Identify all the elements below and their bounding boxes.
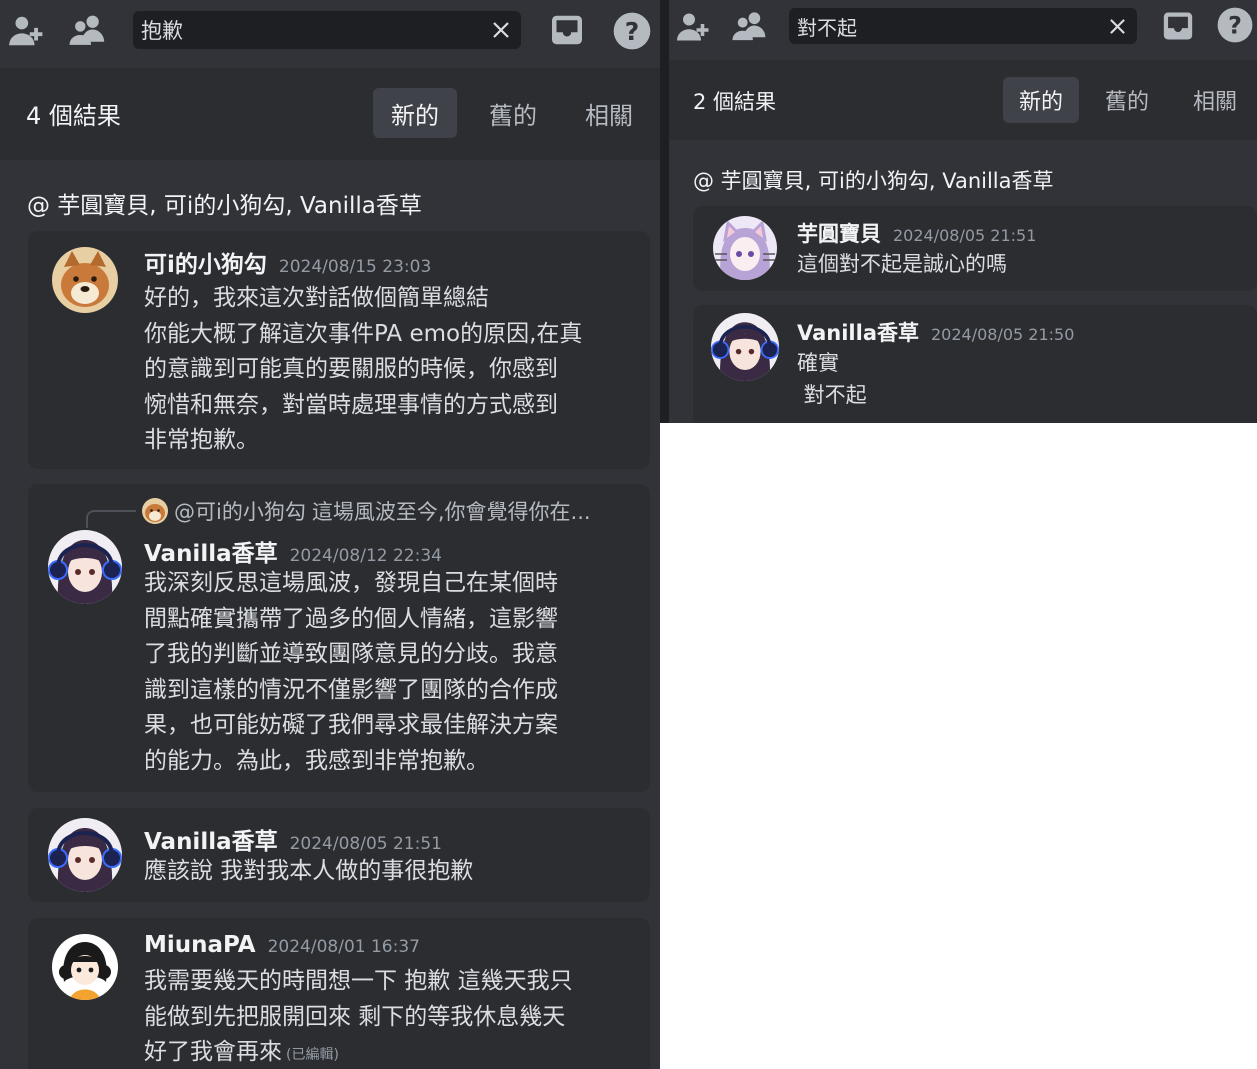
tab-oldest[interactable]: 舊的 — [472, 88, 554, 138]
channel-name: @ 芋圓寶貝, 可i的小狗勾, Vanilla香草 — [693, 169, 1054, 193]
message-line: 能做到先把服開回來 剩下的等我休息幾天 — [144, 1003, 566, 1030]
message-line: 非常抱歉。 — [144, 427, 259, 453]
message-line: 好了我會再來 (已編輯) — [144, 1035, 573, 1069]
message-content: 應該說 我對我本人做的事很抱歉 — [144, 854, 473, 890]
message-content: 我深刻反思這場風波，發現自己在某個時 間點確實攜帶了過多的個人情緒，這影響 了我… — [144, 566, 558, 779]
tab-newest[interactable]: 新的 — [373, 88, 457, 138]
search-result-card[interactable]: 芋圓寶貝 2024/08/05 21:51 這個對不起是誠心的嗎 — [693, 206, 1257, 291]
tab-oldest[interactable]: 舊的 — [1089, 77, 1165, 123]
search-result-card[interactable]: MiunaPA 2024/08/01 16:37 我需要幾天的時間想一下 抱歉 … — [28, 918, 650, 1069]
result-count: 2 個結果 — [693, 90, 777, 114]
message-author[interactable]: 可i的小狗勾 — [144, 245, 267, 279]
avatar[interactable] — [48, 530, 122, 604]
message-content: 這個對不起是誠心的嗎 — [797, 248, 1007, 280]
message-author[interactable]: Vanilla香草 — [144, 822, 278, 856]
message-line: 果，也可能妨礙了我們尋求最佳解決方案 — [144, 712, 558, 738]
reply-reference[interactable]: @可i的小狗勾 這場風波至今,你會覺得你在... — [142, 496, 591, 526]
message-line: 了我的判斷並導致團隊意見的分歧。我意 — [144, 641, 558, 667]
message-line: 對不起 — [797, 383, 867, 407]
message-timestamp: 2024/08/12 22:34 — [289, 546, 442, 566]
edited-label: (已編輯) — [286, 1047, 339, 1063]
message-line: 間點確實攜帶了過多的個人情緒，這影響 — [144, 605, 558, 632]
search-input[interactable] — [789, 8, 1097, 44]
add-friend-icon[interactable] — [671, 7, 713, 47]
reply-author[interactable]: @可i的小狗勾 — [174, 496, 306, 526]
tab-newest[interactable]: 新的 — [1003, 77, 1079, 123]
message-content: 好的，我來這次對話做個簡單總結 你能大概了解這次事件PA emo的原因,在真 的… — [144, 281, 582, 459]
message-author[interactable]: Vanilla香草 — [144, 534, 278, 568]
message-line: 這個對不起是誠心的嗎 — [797, 252, 1007, 276]
tab-relevant[interactable]: 相關 — [1177, 77, 1253, 123]
help-icon[interactable]: ? — [610, 9, 654, 53]
message-line: 識到這樣的情況不僅影響了團隊的合作成 — [144, 676, 558, 703]
inbox-icon[interactable] — [547, 10, 587, 50]
toolbar: ? — [669, 0, 1257, 54]
message-timestamp: 2024/08/05 21:51 — [289, 834, 442, 854]
toolbar: ? — [0, 0, 660, 62]
message-timestamp: 2024/08/15 23:03 — [278, 257, 432, 277]
message-author[interactable]: Vanilla香草 — [797, 317, 919, 347]
avatar[interactable] — [48, 818, 122, 892]
close-icon[interactable] — [1097, 8, 1137, 44]
message-author[interactable]: 芋圓寶貝 — [797, 218, 881, 248]
message-line: 確實 — [797, 351, 839, 375]
reply-spine — [86, 510, 136, 528]
search-result-card[interactable]: Vanilla香草 2024/08/05 21:50 確實 對不起 — [693, 305, 1257, 423]
help-icon[interactable]: ? — [1215, 5, 1255, 45]
channel-name: @ 芋圓寶貝, 可i的小狗勾, Vanilla香草 — [27, 193, 422, 219]
avatar[interactable] — [52, 934, 118, 1000]
members-icon[interactable] — [66, 10, 110, 52]
message-line: 應該說 我對我本人做的事很抱歉 — [144, 858, 474, 884]
svg-text:?: ? — [1228, 12, 1242, 40]
message-line: 我需要幾天的時間想一下 抱歉 這幾天我只 — [144, 968, 573, 994]
message-author[interactable]: MiunaPA — [144, 932, 256, 958]
message-line: 的能力。為此，我感到非常抱歉。 — [144, 747, 489, 774]
reply-preview[interactable]: 這場風波至今,你會覺得你在... — [312, 496, 591, 526]
close-icon[interactable] — [481, 11, 521, 49]
result-count: 4 個結果 — [26, 102, 121, 130]
add-friend-icon[interactable] — [4, 10, 46, 52]
svg-text:?: ? — [625, 17, 640, 46]
message-line: 的意識到可能真的要關服的時候，你感到 — [144, 356, 558, 382]
search-panel-left: ? 4 個結果 新的 舊的 相關 @ 芋圓寶貝, 可i的小狗勾, Vanilla… — [0, 0, 660, 1069]
search-result-card[interactable]: @可i的小狗勾 這場風波至今,你會覺得你在... Vanilla香草 2024/… — [28, 484, 650, 792]
message-content: 確實 對不起 — [797, 347, 867, 411]
message-line: 好的，我來這次對話做個簡單總結 — [144, 285, 489, 311]
members-icon[interactable] — [729, 7, 771, 47]
results-header: 2 個結果 新的 舊的 相關 — [669, 60, 1257, 140]
search-result-card[interactable]: 可i的小狗勾 2024/08/15 23:03 好的，我來這次對話做個簡單總結 … — [28, 231, 650, 469]
inbox-icon[interactable] — [1159, 7, 1197, 45]
panel-divider — [660, 0, 669, 423]
search-panel-right: ? 2 個結果 新的 舊的 相關 @ 芋圓寶貝, 可i的小狗勾, Vanilla… — [669, 0, 1257, 423]
search-input[interactable] — [133, 11, 481, 49]
tab-relevant[interactable]: 相關 — [568, 88, 650, 138]
avatar[interactable] — [713, 216, 777, 280]
message-timestamp: 2024/08/05 21:51 — [893, 226, 1037, 245]
message-content: 我需要幾天的時間想一下 抱歉 這幾天我只 能做到先把服開回來 剩下的等我休息幾天… — [144, 964, 573, 1069]
message-line: 我深刻反思這場風波，發現自己在某個時 — [144, 570, 558, 596]
message-line-text: 好了我會再來 — [144, 1039, 282, 1065]
message-line: 你能大概了解這次事件PA emo的原因,在真 — [144, 320, 583, 347]
message-timestamp: 2024/08/05 21:50 — [931, 325, 1075, 344]
search-box — [133, 11, 521, 49]
search-box — [789, 8, 1137, 44]
message-line: 惋惜和無奈，對當時處理事情的方式感到 — [144, 391, 558, 418]
results-header: 4 個結果 新的 舊的 相關 — [0, 68, 660, 160]
search-result-card[interactable]: Vanilla香草 2024/08/05 21:51 應該說 我對我本人做的事很… — [28, 808, 650, 902]
message-timestamp: 2024/08/01 16:37 — [267, 937, 420, 957]
reply-avatar — [142, 498, 168, 524]
avatar[interactable] — [711, 313, 779, 381]
avatar[interactable] — [52, 247, 118, 313]
